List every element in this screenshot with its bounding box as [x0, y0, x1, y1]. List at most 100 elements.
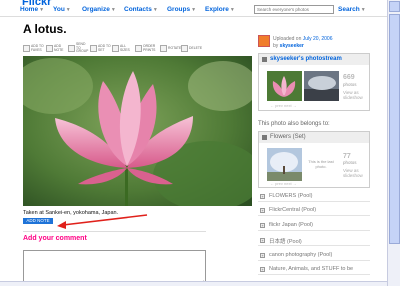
set-box: Flowers (Set) This is the last photo. 77…	[258, 131, 370, 188]
nav-you[interactable]: You▼	[53, 6, 71, 13]
chevron-down-icon[interactable]: ▼	[39, 7, 44, 13]
vertical-scrollbar[interactable]	[387, 0, 400, 286]
top-navigation: Flickr Home▼ You▼ Organize▼ Contacts▼ Gr…	[0, 0, 400, 17]
photostream-prev-next[interactable]: ← prev next →	[270, 103, 297, 108]
toolbar-label: ADD TO SET	[98, 43, 111, 52]
set-slideshow-link[interactable]: View as slideshow	[343, 168, 365, 178]
main-photo[interactable]	[23, 56, 252, 206]
add-to-set-button[interactable]: ADD TO SET	[90, 43, 112, 54]
chevron-down-icon[interactable]: ▼	[111, 7, 116, 13]
scroll-up-button[interactable]	[389, 1, 400, 12]
photostream-box: skyseeker's photostream 669 photos View …	[258, 53, 370, 111]
toolbar-label: ORDER PRINTS	[143, 43, 156, 52]
photo-toolbar: ADD TO FAVES ADD NOTE SEND TO GROUP ADD …	[23, 42, 253, 55]
add-comment-heading: Add your comment	[23, 235, 87, 242]
pool-label[interactable]: FLOWERS (Pool)	[269, 193, 312, 199]
pool-label[interactable]: Nature, Animals, and STUFF to be	[269, 266, 353, 272]
search-label: Search	[338, 6, 360, 13]
upload-info: Uploaded on July 20, 2006	[273, 36, 333, 42]
set-count: 77	[343, 153, 351, 160]
uploader-info: by skyseeker	[273, 43, 304, 49]
nav-explore-label: Explore	[205, 6, 229, 13]
chevron-down-icon[interactable]: ▼	[230, 7, 235, 13]
sizes-icon	[112, 45, 119, 52]
pool-item[interactable]: + 日本語 (Pool)	[258, 236, 370, 246]
nav-organize[interactable]: Organize▼	[82, 6, 116, 13]
add-note-button[interactable]: ADD NOTE	[46, 43, 68, 54]
pool-item[interactable]: + FlickrCentral (Pool)	[258, 206, 370, 216]
horizontal-scrollbar[interactable]	[0, 281, 387, 286]
pool-label[interactable]: FlickrCentral (Pool)	[269, 207, 316, 213]
set-prev-next[interactable]: ← prev next →	[270, 181, 297, 186]
nav-organize-label: Organize	[82, 6, 110, 13]
photostream-slideshow-link[interactable]: View as slideshow	[343, 90, 365, 100]
uploader-link[interactable]: skyseeker	[280, 43, 304, 49]
scrollbar-thumb[interactable]	[389, 14, 400, 244]
add-to-faves-button[interactable]: ADD TO FAVES	[23, 43, 45, 54]
photostream-thumbnail-previous[interactable]	[267, 71, 302, 101]
photostream-count-label: photos	[343, 82, 357, 87]
prints-icon	[135, 45, 142, 52]
toolbar-label: DELETE	[189, 45, 203, 50]
expand-icon[interactable]: +	[260, 208, 265, 213]
photostream-title[interactable]: skyseeker's photostream	[270, 56, 342, 62]
upload-date-link[interactable]: July 20, 2006	[303, 36, 333, 42]
delete-button[interactable]: DELETE	[181, 43, 203, 54]
chevron-down-icon[interactable]: ▼	[361, 7, 366, 13]
set-icon	[90, 45, 97, 52]
set-count-label: photos	[343, 160, 357, 165]
search-input[interactable]	[254, 5, 334, 14]
nav-explore[interactable]: Explore▼	[205, 6, 235, 13]
pool-label[interactable]: canon photography (Pool)	[269, 252, 332, 258]
nav-home[interactable]: Home▼	[20, 6, 44, 13]
set-last-photo-note: This is the last photo.	[308, 159, 334, 169]
delete-icon	[181, 45, 188, 52]
red-arrow-annotation	[57, 214, 148, 229]
photostream-header[interactable]: skyseeker's photostream	[259, 54, 369, 65]
divider	[23, 231, 206, 232]
add-tag-button[interactable]: ADD NOTE	[23, 218, 53, 224]
set-title[interactable]: Flowers (Set)	[270, 134, 306, 140]
rotate-button[interactable]: ROTATE	[160, 43, 182, 54]
nav-you-label: You	[53, 6, 65, 13]
collapse-icon[interactable]	[262, 135, 267, 140]
expand-icon[interactable]: +	[260, 253, 265, 258]
pool-item[interactable]: + flickr Japan (Pool)	[258, 221, 370, 231]
pool-item[interactable]: + FLOWERS (Pool)	[258, 192, 370, 202]
send-to-group-button[interactable]: SEND TO GROUP	[68, 42, 90, 54]
by-prefix: by	[273, 43, 279, 49]
expand-icon[interactable]: +	[260, 223, 265, 228]
pool-item[interactable]: + canon photography (Pool)	[258, 251, 370, 261]
uploader-avatar[interactable]	[258, 35, 270, 47]
order-prints-button[interactable]: ORDER PRINTS	[135, 43, 157, 54]
nav-home-label: Home	[20, 6, 39, 13]
group-icon	[68, 45, 75, 52]
search-button[interactable]: Search▼	[338, 6, 366, 13]
expand-icon[interactable]: +	[260, 267, 265, 272]
chevron-down-icon[interactable]: ▼	[191, 7, 196, 13]
pool-label[interactable]: flickr Japan (Pool)	[269, 222, 313, 228]
photostream-count: 669	[343, 74, 355, 81]
all-sizes-button[interactable]: ALL SIZES	[112, 43, 134, 54]
set-header[interactable]: Flowers (Set)	[259, 132, 369, 143]
set-thumbnail[interactable]	[267, 148, 302, 181]
expand-icon[interactable]: +	[260, 238, 265, 243]
toolbar-label: SEND TO GROUP	[76, 42, 89, 54]
chevron-down-icon[interactable]: ▼	[153, 7, 158, 13]
toolbar-label: ADD TO FAVES	[31, 43, 44, 52]
nav-contacts[interactable]: Contacts▼	[124, 6, 158, 13]
nav-groups-label: Groups	[167, 6, 191, 13]
nav-groups[interactable]: Groups▼	[167, 6, 196, 13]
toolbar-label: ADD NOTE	[54, 43, 64, 52]
pool-label[interactable]: 日本語 (Pool)	[269, 237, 302, 245]
collapse-icon[interactable]	[262, 57, 267, 62]
expand-icon[interactable]: +	[260, 194, 265, 199]
chevron-down-icon[interactable]: ▼	[66, 7, 71, 13]
note-icon	[46, 45, 53, 52]
star-icon	[23, 45, 30, 52]
photo-title: A lotus.	[23, 22, 67, 36]
photostream-thumbnail-next[interactable]	[304, 71, 339, 101]
toolbar-label: ALL SIZES	[120, 43, 130, 52]
lotus-image	[23, 56, 252, 206]
pool-item[interactable]: + Nature, Animals, and STUFF to be	[258, 265, 370, 275]
